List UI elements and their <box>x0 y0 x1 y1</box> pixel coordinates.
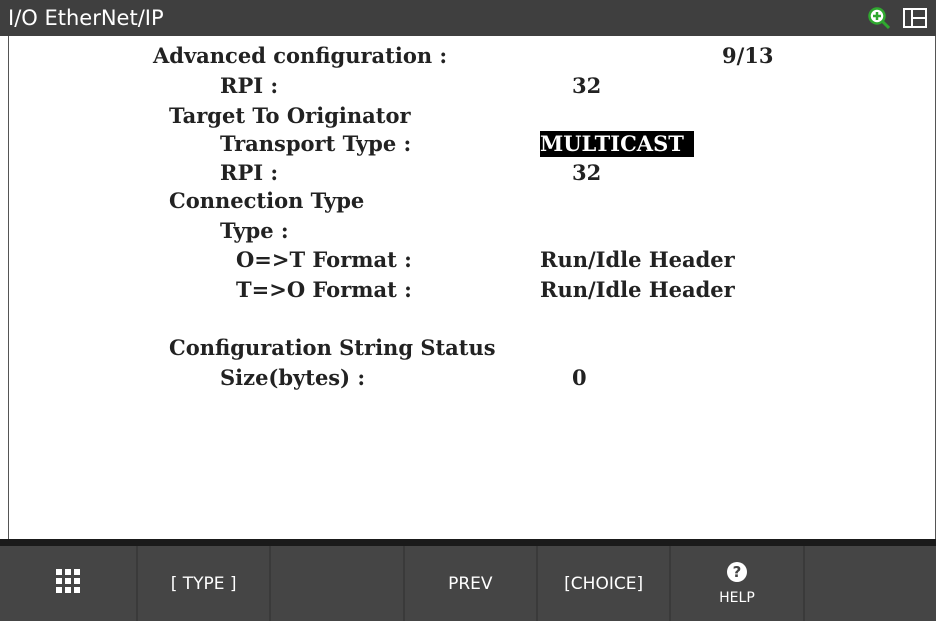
page-indicator: 9/13 <box>722 43 774 68</box>
target-to-originator-heading: Target To Originator <box>169 103 411 128</box>
svg-text:?: ? <box>733 563 742 581</box>
type-label: Type : <box>220 218 289 243</box>
config-screen: Advanced configuration : 9/13 RPI : 32 T… <box>8 36 936 539</box>
t2o-format-label: T=>O Format : <box>236 277 412 302</box>
o2t-format-value[interactable]: Run/Idle Header <box>540 247 735 273</box>
prev-button[interactable]: PREV <box>404 546 536 621</box>
type-button[interactable]: [ TYPE ] <box>138 546 270 621</box>
menu-grid-icon <box>56 569 80 598</box>
t2o-format-value[interactable]: Run/Idle Header <box>540 277 735 303</box>
t2o-rpi-label: RPI : <box>220 160 279 185</box>
f7-button[interactable] <box>804 546 936 621</box>
transport-type-label: Transport Type : <box>220 131 412 156</box>
size-bytes-label: Size(bytes) : <box>220 365 366 390</box>
help-label: HELP <box>719 590 755 606</box>
size-bytes-value[interactable]: 0 <box>572 365 587 391</box>
rpi-label: RPI : <box>220 73 279 98</box>
rpi-value[interactable]: 32 <box>572 73 601 99</box>
menu-button[interactable] <box>0 546 136 621</box>
help-icon: ? <box>726 561 748 588</box>
transport-type-value[interactable]: MULTICAST <box>540 131 694 157</box>
f3-button[interactable] <box>271 546 403 621</box>
choice-button[interactable]: [CHOICE] <box>537 546 670 621</box>
zoom-in-icon[interactable] <box>867 6 891 30</box>
function-key-separator <box>0 539 936 546</box>
o2t-format-label: O=>T Format : <box>236 247 412 272</box>
t2o-rpi-value[interactable]: 32 <box>572 160 601 186</box>
function-key-bar: [ TYPE ] PREV [CHOICE] ? HELP <box>0 546 936 621</box>
screen-heading: Advanced configuration : <box>153 43 448 68</box>
split-screen-icon[interactable] <box>903 8 927 28</box>
help-button[interactable]: ? HELP <box>671 546 803 621</box>
window-title: I/O EtherNet/IP <box>8 6 164 30</box>
config-string-status-heading: Configuration String Status <box>169 335 496 360</box>
connection-type-heading: Connection Type <box>169 188 365 213</box>
title-bar: I/O EtherNet/IP <box>0 0 936 36</box>
